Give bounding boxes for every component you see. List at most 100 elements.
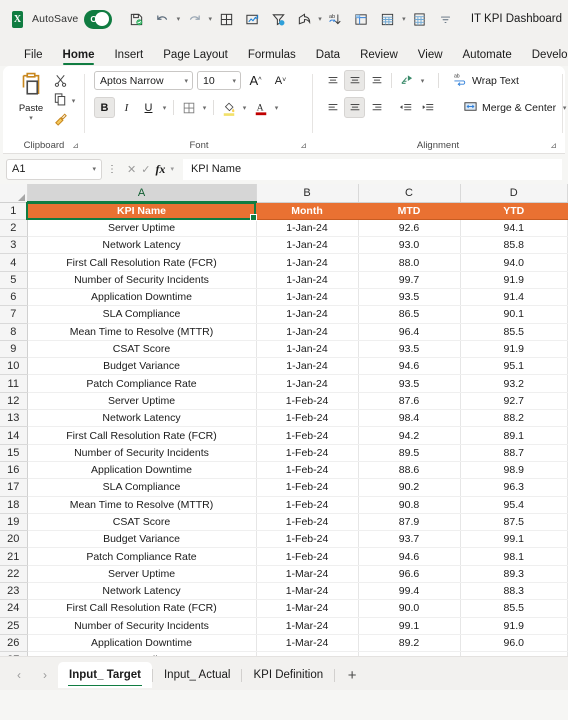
grid-cell[interactable]: 94.2 — [358, 426, 461, 445]
row-header[interactable]: 8 — [0, 323, 28, 341]
chart-icon[interactable] — [239, 6, 265, 32]
grid-cell[interactable]: 96.0 — [460, 634, 568, 653]
tab-review[interactable]: Review — [350, 46, 408, 66]
grid-cell[interactable]: 1-Jan-24 — [256, 323, 359, 341]
sort-icon[interactable]: ab — [323, 6, 349, 32]
grid-cell[interactable]: Patch Compliance Rate — [27, 374, 257, 393]
select-all-corner[interactable] — [0, 184, 28, 203]
row-header[interactable]: 14 — [0, 426, 28, 445]
grid-cell[interactable]: 99.7 — [358, 271, 461, 289]
font-color-dropdown-icon[interactable]: ▾ — [272, 104, 281, 112]
grid-cell[interactable]: 1-Feb-24 — [256, 444, 359, 462]
grid-cell[interactable]: CSAT Score — [27, 513, 257, 532]
row-header[interactable]: 24 — [0, 599, 28, 618]
grid-cell[interactable]: Number of Security Incidents — [27, 617, 257, 635]
tab-home[interactable]: Home — [53, 46, 105, 66]
sheet-tab-input-actual[interactable]: Input_ Actual — [153, 662, 242, 688]
row-header[interactable]: 11 — [0, 374, 28, 393]
grid-cell[interactable]: 88.2 — [460, 409, 568, 428]
fill-color-icon[interactable] — [218, 97, 239, 118]
grid-cell[interactable]: 1-Jan-24 — [256, 357, 359, 376]
alignment-dialog-launcher-icon[interactable]: ⊿ — [550, 141, 557, 150]
column-header-a[interactable]: A — [27, 184, 257, 203]
filter-icon[interactable] — [265, 6, 291, 32]
grid-cell[interactable]: 1-Jan-24 — [256, 219, 359, 238]
row-header[interactable]: 3 — [0, 236, 28, 255]
grid-cell[interactable]: 87.6 — [358, 392, 461, 411]
grid-cell[interactable]: 96.4 — [358, 323, 461, 341]
grid-cell[interactable]: 1-Feb-24 — [256, 547, 359, 566]
paste-dropdown-icon[interactable]: ▾ — [27, 114, 36, 122]
grid-cell[interactable]: 91.4 — [460, 288, 568, 307]
grid-cell[interactable]: 98.9 — [460, 461, 568, 480]
tab-page-layout[interactable]: Page Layout — [153, 46, 238, 66]
grid-cell[interactable]: 94.6 — [358, 357, 461, 376]
row-header[interactable]: 1 — [0, 202, 28, 220]
align-left-icon[interactable] — [322, 97, 343, 118]
header-cell-month[interactable]: Month — [256, 202, 359, 220]
formula-input[interactable]: KPI Name — [182, 158, 562, 180]
grid-cell[interactable]: Server Uptime — [27, 219, 257, 238]
grid-cell[interactable]: 91.9 — [460, 271, 568, 289]
header-cell-ytd[interactable]: YTD — [460, 202, 568, 220]
decrease-font-size-button[interactable]: A ˅ — [270, 70, 291, 91]
grid-cell[interactable]: 1-Jan-24 — [256, 305, 359, 324]
grid-cell[interactable]: 1-Mar-24 — [256, 617, 359, 635]
merge-center-button[interactable]: Merge & Center ▾ — [460, 98, 568, 118]
row-header[interactable]: 10 — [0, 357, 28, 376]
grid-cell[interactable]: 89.2 — [358, 634, 461, 653]
grid-cell[interactable]: 1-Jan-24 — [256, 374, 359, 393]
undo-icon[interactable] — [149, 6, 175, 32]
grid-cell[interactable]: Network Latency — [27, 409, 257, 428]
grid-cell[interactable]: 91.9 — [460, 340, 568, 359]
grid-cell[interactable]: 88.0 — [358, 253, 461, 272]
grid-cell[interactable]: 93.5 — [358, 374, 461, 393]
grid-cell[interactable]: Budget Variance — [27, 357, 257, 376]
sheet-tab-kpi-definition[interactable]: KPI Definition — [242, 662, 334, 688]
grid-cell[interactable]: 93.0 — [358, 236, 461, 255]
grid-cell[interactable]: 1-Feb-24 — [256, 513, 359, 532]
save-icon[interactable] — [123, 6, 149, 32]
share-icon[interactable] — [291, 6, 317, 32]
grid-cell[interactable]: 1-Mar-24 — [256, 634, 359, 653]
grid-cell[interactable]: 91.9 — [460, 617, 568, 635]
row-header[interactable]: 25 — [0, 617, 28, 635]
underline-button[interactable]: U — [138, 97, 159, 118]
row-header[interactable]: 27 — [0, 651, 28, 656]
row-header[interactable]: 7 — [0, 305, 28, 324]
font-size-select[interactable]: 10 ▾ — [197, 71, 241, 90]
align-middle-icon[interactable] — [344, 70, 365, 91]
row-header[interactable]: 15 — [0, 444, 28, 462]
grid-cell[interactable]: 95.1 — [460, 357, 568, 376]
cut-icon[interactable] — [53, 73, 68, 91]
grid-cell[interactable]: 1-Feb-24 — [256, 409, 359, 428]
row-header[interactable]: 9 — [0, 340, 28, 359]
grid-cell[interactable]: 96.6 — [358, 565, 461, 584]
grid-cell[interactable]: Network Latency — [27, 582, 257, 601]
tab-insert[interactable]: Insert — [104, 46, 153, 66]
align-center-icon[interactable] — [344, 97, 365, 118]
format-painter-icon[interactable] — [53, 111, 68, 129]
sheet-view-icon[interactable] — [375, 6, 401, 32]
grid-cell[interactable]: 1-Jan-24 — [256, 271, 359, 289]
bold-button[interactable]: B — [94, 97, 115, 118]
column-header-b[interactable]: B — [256, 184, 359, 203]
calculate-icon[interactable] — [407, 6, 433, 32]
grid-cell[interactable]: Mean Time to Resolve (MTTR) — [27, 496, 257, 514]
header-cell-kpi-name[interactable]: KPI Name — [27, 202, 257, 220]
grid-cell[interactable]: 1-Mar-24 — [256, 582, 359, 601]
autosave-toggle[interactable]: On — [84, 9, 113, 29]
grid-cell[interactable]: 1-Mar-24 — [256, 651, 359, 656]
grid-cell[interactable]: 94.6 — [358, 547, 461, 566]
grid-cell[interactable]: 85.5 — [460, 599, 568, 618]
row-header[interactable]: 17 — [0, 478, 28, 497]
grid-cell[interactable]: 87.5 — [460, 513, 568, 532]
copy-icon[interactable] — [53, 92, 68, 110]
grid-cell[interactable]: 1-Feb-24 — [256, 496, 359, 514]
enter-icon[interactable]: ✓ — [141, 163, 150, 176]
grid-cell[interactable]: Number of Security Incidents — [27, 271, 257, 289]
grid-cell[interactable]: 1-Mar-24 — [256, 599, 359, 618]
sheet-tab-input-target[interactable]: Input_ Target — [58, 662, 152, 688]
grid-cell[interactable]: 99.1 — [358, 617, 461, 635]
grid-cell[interactable]: Server Uptime — [27, 392, 257, 411]
